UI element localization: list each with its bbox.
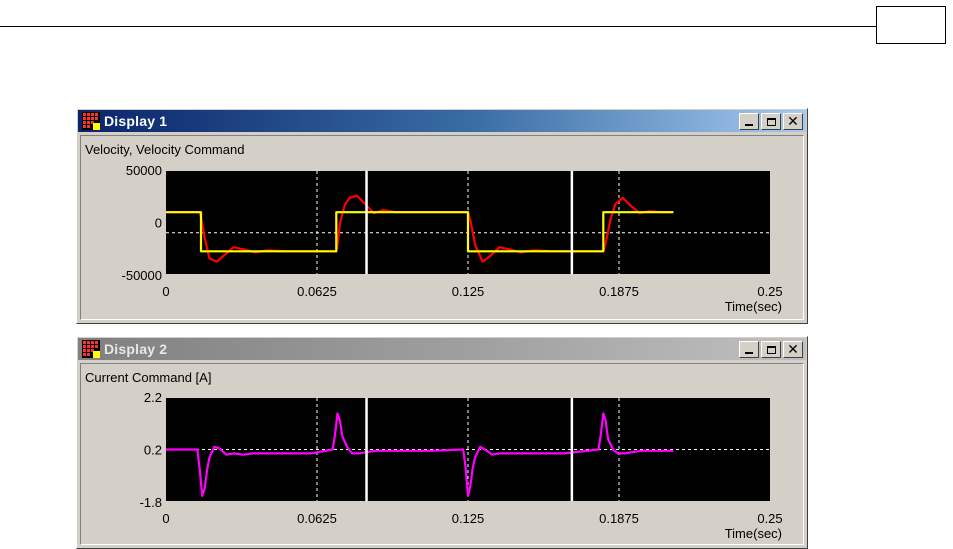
close-icon: ✕ — [787, 113, 799, 130]
close-button[interactable]: ✕ — [783, 113, 803, 130]
maximize-icon — [766, 117, 776, 126]
minimize-button[interactable] — [739, 341, 759, 358]
display-app-icon — [82, 340, 100, 358]
maximize-button[interactable] — [761, 113, 781, 130]
x-tick-label: 0.1875 — [599, 284, 639, 299]
x-tick-label: 0.125 — [452, 511, 485, 526]
chart-panel: Current Command [A] 2.2 0.2 -1.8 0 0.0625 0.1… — [80, 363, 804, 545]
y-tick-label: 0 — [155, 216, 162, 231]
window-title-bar[interactable]: Display 1 ✕ — [78, 110, 806, 132]
close-button[interactable]: ✕ — [783, 341, 803, 358]
maximize-icon — [766, 345, 776, 354]
x-tick-label: 0.0625 — [297, 284, 337, 299]
x-axis-label: Time(sec) — [725, 526, 782, 541]
maximize-button[interactable] — [761, 341, 781, 358]
x-tick-label: 0 — [162, 511, 169, 526]
y-tick-label: 2.2 — [144, 390, 162, 405]
page-number-box — [876, 6, 946, 44]
y-tick-label: 0.2 — [144, 443, 162, 458]
x-tick-label: 0.1875 — [599, 511, 639, 526]
velocity-chart[interactable]: Velocity, Velocity Command 500000-500000… — [81, 136, 805, 321]
minimize-icon — [745, 124, 753, 126]
y-tick-label: -1.8 — [140, 495, 162, 510]
current-chart[interactable]: Current Command [A] 2.2 0.2 -1.80 0.0625 0.1… — [81, 364, 805, 546]
window-title: Display 1 — [104, 113, 168, 129]
minimize-button[interactable] — [739, 113, 759, 130]
x-tick-label: 0.125 — [452, 284, 485, 299]
display-window-2[interactable]: Display 2 ✕ Current Command [A] 2.2 0.2 -1… — [76, 336, 808, 549]
display-window-1[interactable]: Display 1 ✕ Velocity, Velocity Command 5… — [76, 108, 808, 324]
x-tick-label: 0.25 — [757, 284, 782, 299]
chart-title: Velocity, Velocity Command — [85, 142, 244, 157]
window-title: Display 2 — [104, 341, 168, 357]
close-icon: ✕ — [787, 341, 799, 358]
minimize-icon — [745, 352, 753, 354]
x-axis-label: Time(sec) — [725, 299, 782, 314]
y-tick-label: -50000 — [122, 268, 162, 283]
window-title-bar[interactable]: Display 2 ✕ — [78, 338, 806, 360]
x-tick-label: 0.25 — [757, 511, 782, 526]
display-app-icon — [82, 112, 100, 130]
page-header-rule — [0, 26, 876, 27]
x-tick-label: 0 — [162, 284, 169, 299]
x-tick-label: 0.0625 — [297, 511, 337, 526]
chart-title: Current Command [A] — [85, 370, 211, 385]
chart-panel: Velocity, Velocity Command 50000 0 -50000 0… — [80, 135, 804, 320]
y-tick-label: 50000 — [126, 163, 162, 178]
